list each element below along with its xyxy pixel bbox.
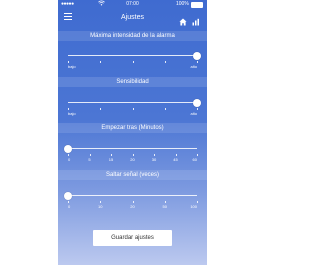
alarm-intensity-slider[interactable]: bajo alto bbox=[68, 50, 201, 70]
slider-tick-label: alto bbox=[190, 63, 197, 69]
slider-tick-label: 20 bbox=[130, 156, 135, 162]
slider-tick-label: 0 bbox=[68, 156, 71, 162]
slider-tick bbox=[197, 108, 198, 110]
slider-tick-label: alto bbox=[190, 110, 197, 116]
slider-tick-label: 45 bbox=[173, 156, 178, 162]
slider-thumb[interactable] bbox=[64, 191, 72, 200]
slider-tick-label: 15 bbox=[108, 156, 114, 162]
slider-tick-label: 30 bbox=[151, 156, 157, 162]
slider-tick-label: 100 bbox=[190, 203, 197, 209]
slider-tick bbox=[100, 61, 101, 63]
slider-tick bbox=[164, 108, 166, 110]
slider-tick-label: 50 bbox=[162, 203, 167, 209]
settings-screen: ●●●●● 07:00 100% Ajustes Máxima intensid… bbox=[58, 0, 207, 265]
slider-tick-label: 60 bbox=[192, 156, 197, 162]
section-header-alarm-intensity: Máxima intensidad de la alarma bbox=[58, 31, 207, 41]
start-after-slider[interactable]: 0 5 15 20 30 45 60 bbox=[64, 143, 198, 163]
sensitivity-slider[interactable]: bajo alto bbox=[68, 97, 201, 117]
battery-percent: 100% bbox=[176, 1, 189, 7]
slider-track bbox=[68, 148, 197, 149]
slider-tick bbox=[100, 108, 101, 110]
slider-tick bbox=[197, 61, 198, 63]
slider-thumb[interactable] bbox=[193, 98, 201, 107]
slider-tick-label: bajo bbox=[68, 110, 76, 116]
slider-tick-label: 10 bbox=[98, 203, 103, 209]
slider-tick-label: 0 bbox=[68, 203, 71, 209]
slider-tick bbox=[197, 154, 198, 156]
slider-track bbox=[68, 195, 197, 196]
section-header-start-after: Empezar tras (Minutos) bbox=[58, 123, 207, 133]
slider-tick bbox=[164, 61, 166, 63]
slider-tick-label: 20 bbox=[130, 203, 135, 209]
bar-chart-icon[interactable] bbox=[192, 13, 200, 26]
section-header-sensitivity: Sensibilidad bbox=[58, 77, 207, 87]
skip-signal-slider[interactable]: 0 10 20 50 100 bbox=[64, 190, 198, 210]
slider-tick bbox=[132, 108, 134, 110]
nav-bar: Ajustes bbox=[58, 10, 207, 26]
section-header-skip-signal: Saltar señal (veces) bbox=[58, 170, 207, 180]
slider-tick bbox=[132, 61, 134, 63]
slider-thumb[interactable] bbox=[193, 51, 201, 60]
status-bar: ●●●●● 07:00 100% bbox=[58, 0, 207, 9]
slider-tick-label: bajo bbox=[68, 63, 76, 69]
save-settings-button[interactable]: Guardar ajustes bbox=[93, 230, 172, 246]
home-icon[interactable] bbox=[179, 13, 187, 26]
slider-track bbox=[68, 55, 197, 56]
slider-tick-label: 5 bbox=[88, 156, 91, 162]
slider-track bbox=[68, 102, 197, 103]
slider-thumb[interactable] bbox=[64, 144, 72, 153]
battery-icon bbox=[191, 2, 203, 8]
